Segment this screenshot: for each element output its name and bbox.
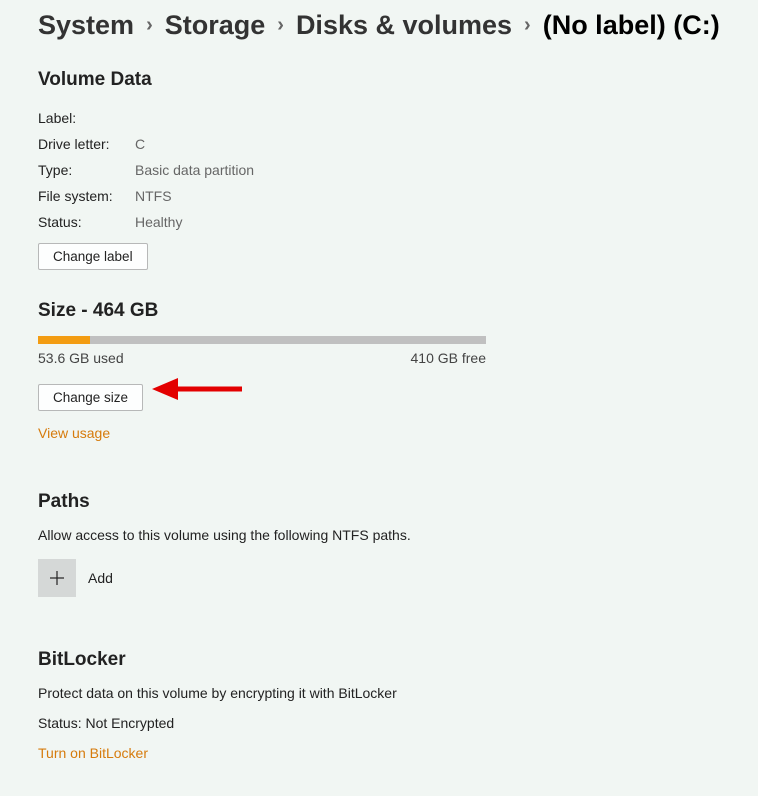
breadcrumb-storage[interactable]: Storage [165,10,266,41]
type-value: Basic data partition [135,157,254,183]
file-system-value: NTFS [135,183,172,209]
usage-free-label: 410 GB free [411,350,487,366]
breadcrumb-system[interactable]: System [38,10,134,41]
change-size-button[interactable]: Change size [38,384,143,411]
status-value: Healthy [135,209,182,235]
bitlocker-title: BitLocker [38,649,720,671]
change-label-button[interactable]: Change label [38,243,148,270]
usage-used-label: 53.6 GB used [38,350,124,366]
file-system-key: File system: [38,183,135,209]
plus-icon [49,570,65,586]
breadcrumb: System › Storage › Disks & volumes › (No… [38,10,720,41]
bitlocker-description: Protect data on this volume by encryptin… [38,685,720,701]
chevron-right-icon: › [271,14,290,37]
size-title: Size - 464 GB [38,300,720,322]
breadcrumb-disks-volumes[interactable]: Disks & volumes [296,10,512,41]
volume-data-title: Volume Data [38,69,720,91]
volume-data-table: Label: Drive letter: C Type: Basic data … [38,105,720,235]
breadcrumb-current: (No label) (C:) [543,10,720,41]
bitlocker-status: Status: Not Encrypted [38,715,720,731]
paths-description: Allow access to this volume using the fo… [38,527,720,543]
usage-bar: 53.6 GB used 410 GB free [38,336,486,366]
status-key: Status: [38,209,135,235]
drive-letter-value: C [135,131,145,157]
paths-title: Paths [38,491,720,513]
add-path-label: Add [88,570,113,586]
turn-on-bitlocker-link[interactable]: Turn on BitLocker [38,745,148,761]
drive-letter-key: Drive letter: [38,131,135,157]
usage-bar-fill [38,336,90,344]
chevron-right-icon: › [140,14,159,37]
chevron-right-icon: › [518,14,537,37]
type-key: Type: [38,157,135,183]
view-usage-link[interactable]: View usage [38,425,110,441]
label-key: Label: [38,105,135,131]
add-path-button[interactable] [38,559,76,597]
annotation-arrow-icon [150,374,245,404]
